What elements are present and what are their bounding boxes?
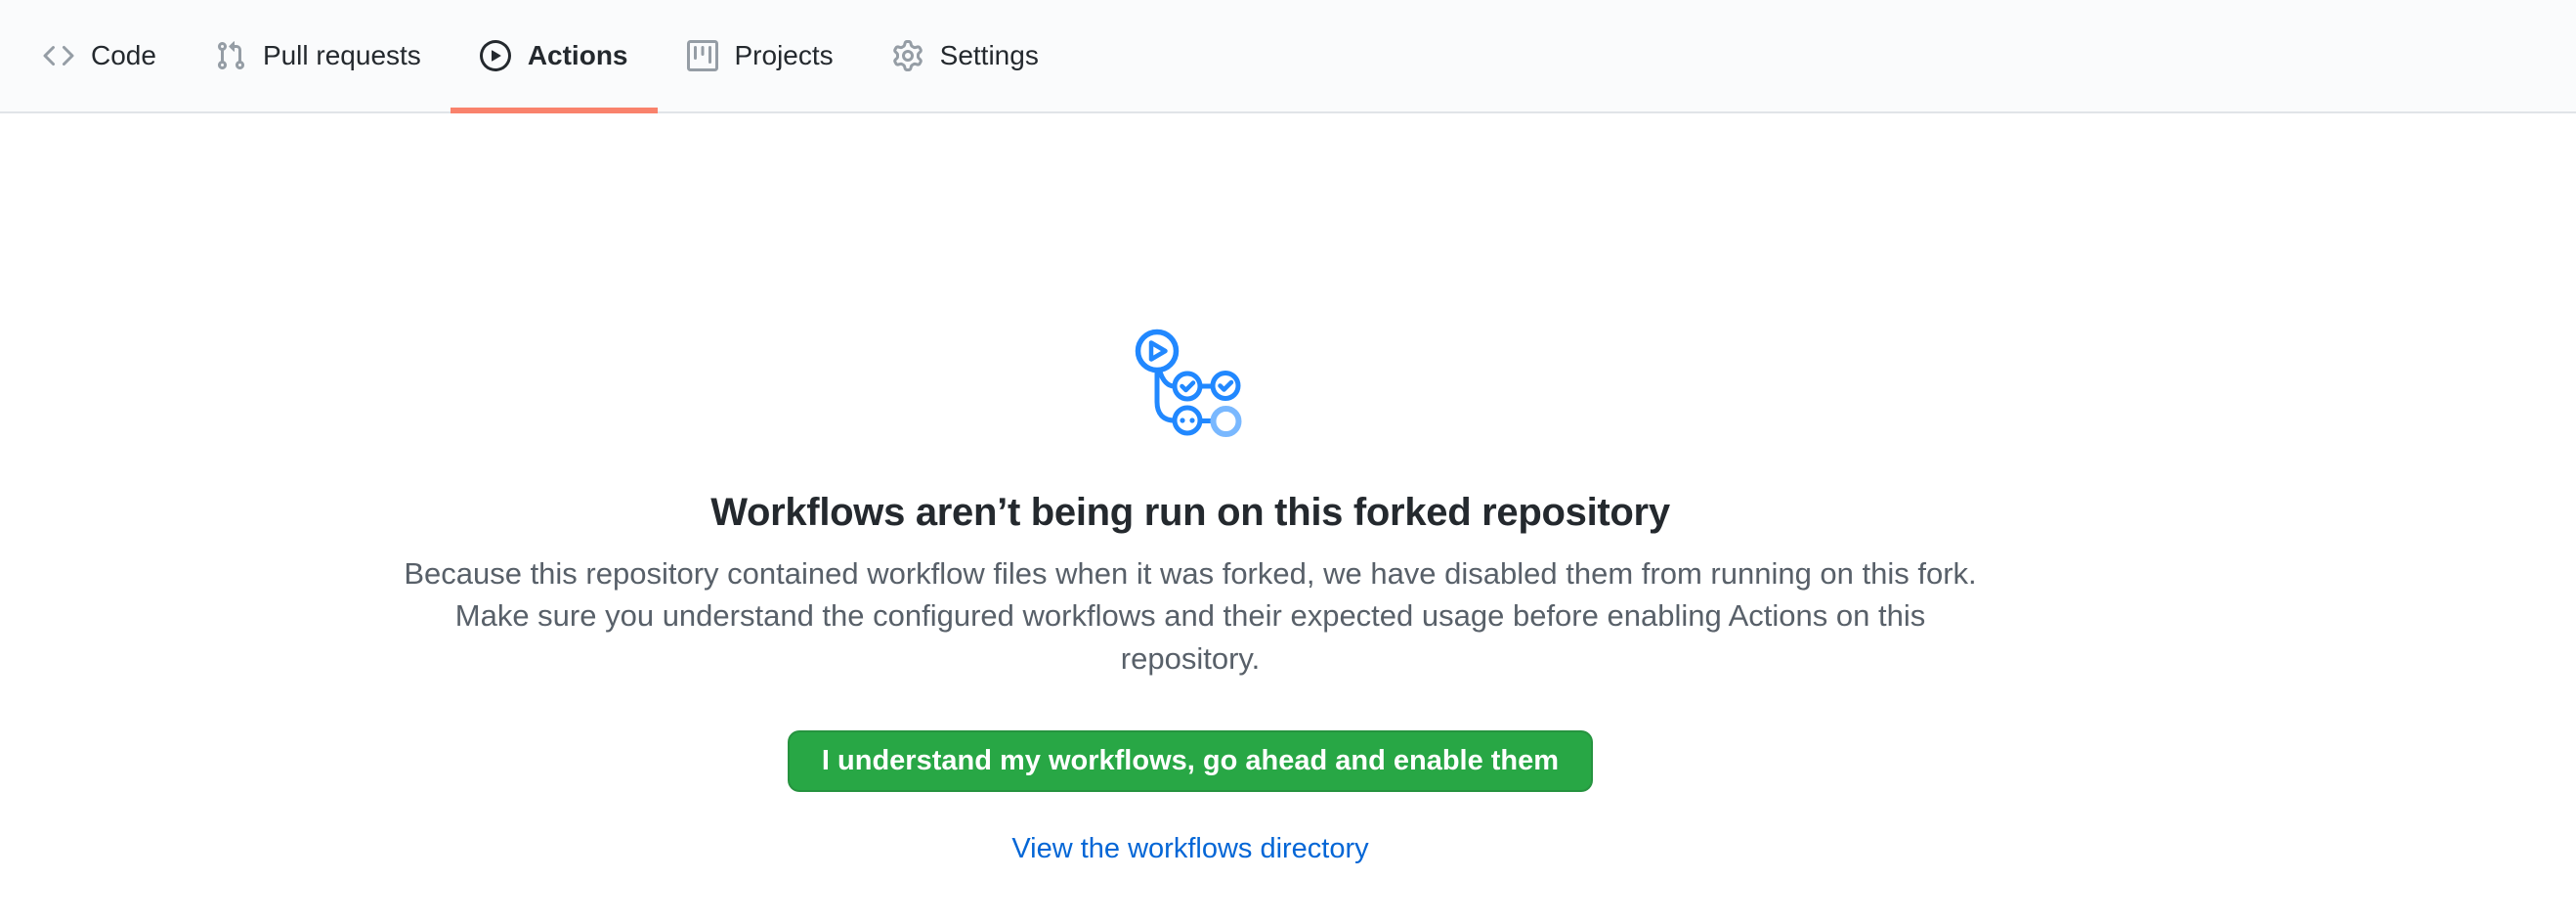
play-circle-icon — [480, 40, 511, 71]
blankslate-description: Because this repository contained workfl… — [399, 552, 1982, 680]
tab-label: Projects — [735, 42, 834, 69]
git-pull-request-icon — [215, 40, 246, 71]
workflow-graph-icon — [1135, 329, 1246, 440]
tab-settings[interactable]: Settings — [863, 0, 1068, 111]
repo-tab-bar: Code Pull requests Actions Projects Sett… — [0, 0, 2576, 113]
gear-icon — [892, 40, 923, 71]
tab-projects[interactable]: Projects — [658, 0, 863, 111]
enable-workflows-button[interactable]: I understand my workflows, go ahead and … — [788, 730, 1593, 792]
page-title: Workflows aren’t being run on this forke… — [0, 488, 2381, 537]
code-icon — [43, 40, 74, 71]
tab-label: Pull requests — [263, 42, 421, 69]
tab-label: Actions — [528, 42, 628, 69]
project-icon — [687, 40, 718, 71]
tab-label: Settings — [940, 42, 1039, 69]
tab-actions[interactable]: Actions — [451, 0, 658, 111]
tab-pull-requests[interactable]: Pull requests — [186, 0, 451, 111]
enable-button-row: I understand my workflows, go ahead and … — [0, 680, 2381, 792]
tab-code[interactable]: Code — [14, 0, 186, 111]
tab-label: Code — [91, 42, 156, 69]
actions-blankslate: Workflows aren’t being run on this forke… — [0, 113, 2381, 865]
view-workflows-directory-link[interactable]: View the workflows directory — [1011, 833, 1368, 865]
workflows-link-row: View the workflows directory — [0, 792, 2381, 865]
